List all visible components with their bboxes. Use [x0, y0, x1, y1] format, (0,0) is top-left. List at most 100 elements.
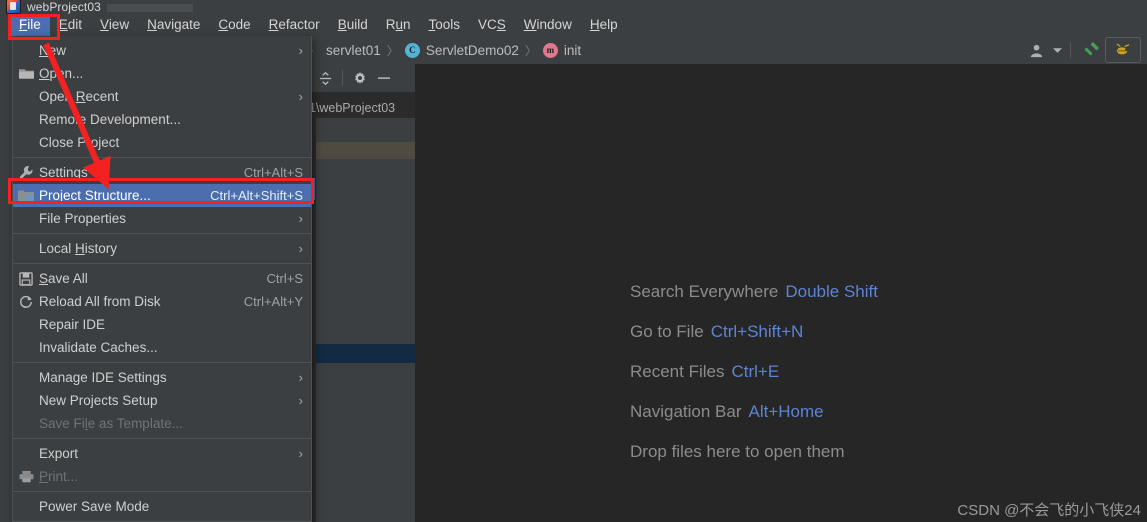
menu-item-label: Settings: [39, 165, 88, 180]
menu-item-label: Remote Development...: [39, 112, 181, 127]
menu-item-reload-all-from-disk[interactable]: Reload All from Disk Ctrl+Alt+Y: [13, 290, 311, 313]
menubar-item-tools[interactable]: Tools: [420, 14, 470, 36]
menu-separator: [13, 233, 311, 234]
panel-toolbar-divider: [342, 70, 343, 86]
shortcut-hint-row: Navigation Bar Alt+Home: [630, 402, 878, 422]
menu-item-invalidate-caches[interactable]: Invalidate Caches...: [13, 336, 311, 359]
class-badge-icon: C: [404, 42, 420, 58]
menu-item-print: Print...: [13, 465, 311, 488]
project-tree[interactable]: [316, 118, 415, 522]
chevron-right-icon: ›: [298, 43, 303, 58]
menu-item-export[interactable]: Export ›: [13, 442, 311, 465]
menu-item-icon-slot: [13, 313, 39, 336]
menu-item-label: Export: [39, 446, 79, 461]
user-icon[interactable]: [1022, 39, 1050, 61]
menu-separator: [13, 438, 311, 439]
hammer-icon[interactable]: [1077, 39, 1105, 61]
menu-item-project-structure[interactable]: Project Structure... Ctrl+Alt+Shift+S: [13, 184, 311, 207]
run-configuration-icon[interactable]: [1105, 37, 1141, 63]
menu-item-power-save-mode[interactable]: Power Save Mode: [13, 495, 311, 518]
editor-area: Search Everywhere Double Shift Go to File C…: [415, 64, 1147, 522]
menu-item-close-project[interactable]: Close Project: [13, 131, 311, 154]
shortcut-key-label: Ctrl+E: [731, 362, 780, 381]
menu-item-icon-slot: [13, 207, 39, 230]
shortcut-action-label: Navigation Bar: [630, 402, 742, 421]
breadcrumb: 〉 servlet01 〉 C ServletDemo02 〉 m init: [300, 42, 581, 59]
project-path-label: 01\webProject03: [302, 101, 396, 115]
shortcut-action-label: Recent Files: [630, 362, 725, 381]
gear-icon[interactable]: [349, 67, 371, 89]
menu-item-save-all[interactable]: Save All Ctrl+S: [13, 267, 311, 290]
menu-item-repair-ide[interactable]: Repair IDE: [13, 313, 311, 336]
menu-item-shortcut: Ctrl+Alt+Shift+S: [210, 188, 303, 203]
chevron-down-icon[interactable]: [1050, 39, 1064, 61]
menubar-item-help[interactable]: Help: [581, 14, 627, 36]
chevron-right-icon: ›: [298, 370, 303, 385]
title-ghost-text: [106, 4, 193, 12]
menu-separator: [13, 362, 311, 363]
menu-item-icon-slot: [13, 108, 39, 131]
menubar-item-refactor[interactable]: Refactor: [260, 14, 329, 36]
floppy-icon: [13, 267, 39, 290]
menu-item-label: Power Save Mode: [39, 499, 150, 514]
app-logo-icon: [6, 0, 21, 14]
menu-item-icon-slot: [13, 237, 39, 260]
menu-item-label: Save All: [39, 271, 88, 286]
editor-shortcut-hints: Search Everywhere Double Shift Go to File C…: [630, 282, 878, 462]
folder-icon: [13, 62, 39, 85]
project-structure-icon: [13, 184, 39, 207]
menubar-item-edit[interactable]: Edit: [50, 14, 91, 36]
menu-item-new[interactable]: New ›: [13, 39, 311, 62]
wrench-icon: [13, 161, 39, 184]
menubar-item-window[interactable]: Window: [515, 14, 581, 36]
shortcut-key-label: Ctrl+Shift+N: [710, 322, 804, 341]
tree-row-selected[interactable]: [316, 344, 415, 363]
tree-row-modified[interactable]: [316, 142, 415, 159]
menu-separator: [13, 157, 311, 158]
watermark-text: CSDN @不会飞的小飞侠24: [957, 502, 1141, 519]
menu-item-remote-development[interactable]: Remote Development...: [13, 108, 311, 131]
printer-icon: [13, 465, 39, 488]
menu-item-file-properties[interactable]: File Properties ›: [13, 207, 311, 230]
menu-item-settings[interactable]: Settings Ctrl+Alt+S: [13, 161, 311, 184]
collapse-all-icon[interactable]: [314, 67, 336, 89]
menu-item-shortcut: Ctrl+Alt+Y: [243, 294, 303, 309]
menu-item-local-history[interactable]: Local History ›: [13, 237, 311, 260]
menu-item-manage-ide-settings[interactable]: Manage IDE Settings ›: [13, 366, 311, 389]
project-panel-toolbar: [300, 64, 415, 92]
method-badge-icon: m: [542, 42, 558, 58]
shortcut-action-label: Search Everywhere: [630, 282, 779, 301]
toolbar-right: [1022, 36, 1141, 64]
shortcut-hint-row: Recent Files Ctrl+E: [630, 362, 878, 382]
menu-item-icon-slot: [13, 39, 39, 62]
minimize-icon[interactable]: [373, 67, 395, 89]
menu-item-open-recent[interactable]: Open Recent ›: [13, 85, 311, 108]
menu-item-label: Print...: [39, 469, 79, 484]
menu-bar: File Edit View Navigate Code Refactor Build Run…: [0, 14, 1147, 36]
menu-item-icon-slot: [13, 85, 39, 108]
menu-item-label: Repair IDE: [39, 317, 106, 332]
menu-separator: [13, 263, 311, 264]
menubar-item-vcs[interactable]: VCS: [469, 14, 515, 36]
breadcrumb-method[interactable]: init: [564, 43, 581, 58]
menubar-item-view[interactable]: View: [91, 14, 138, 36]
breadcrumb-class[interactable]: ServletDemo02: [426, 43, 519, 58]
menu-item-icon-slot: [13, 412, 39, 435]
menubar-item-code[interactable]: Code: [209, 14, 259, 36]
menubar-item-build[interactable]: Build: [329, 14, 377, 36]
breadcrumb-project[interactable]: servlet01: [326, 43, 381, 58]
menu-item-open[interactable]: Open...: [13, 62, 311, 85]
menubar-item-navigate[interactable]: Navigate: [138, 14, 209, 36]
menu-item-icon-slot: [13, 366, 39, 389]
menu-item-icon-slot: [13, 442, 39, 465]
menu-item-shortcut: Ctrl+Alt+S: [243, 165, 303, 180]
menubar-item-run[interactable]: Run: [377, 14, 420, 36]
breadcrumb-separator-2: 〉: [524, 43, 537, 58]
menu-item-new-projects-setup[interactable]: New Projects Setup ›: [13, 389, 311, 412]
menubar-item-file[interactable]: File: [10, 14, 50, 36]
chevron-right-icon: ›: [298, 393, 303, 408]
menu-item-label: File Properties: [39, 211, 127, 226]
menu-item-label: Local History: [39, 241, 118, 256]
menu-item-icon-slot: [13, 389, 39, 412]
file-menu-dropdown[interactable]: New › Open... Open Recent › Remote Developmen…: [12, 36, 312, 522]
